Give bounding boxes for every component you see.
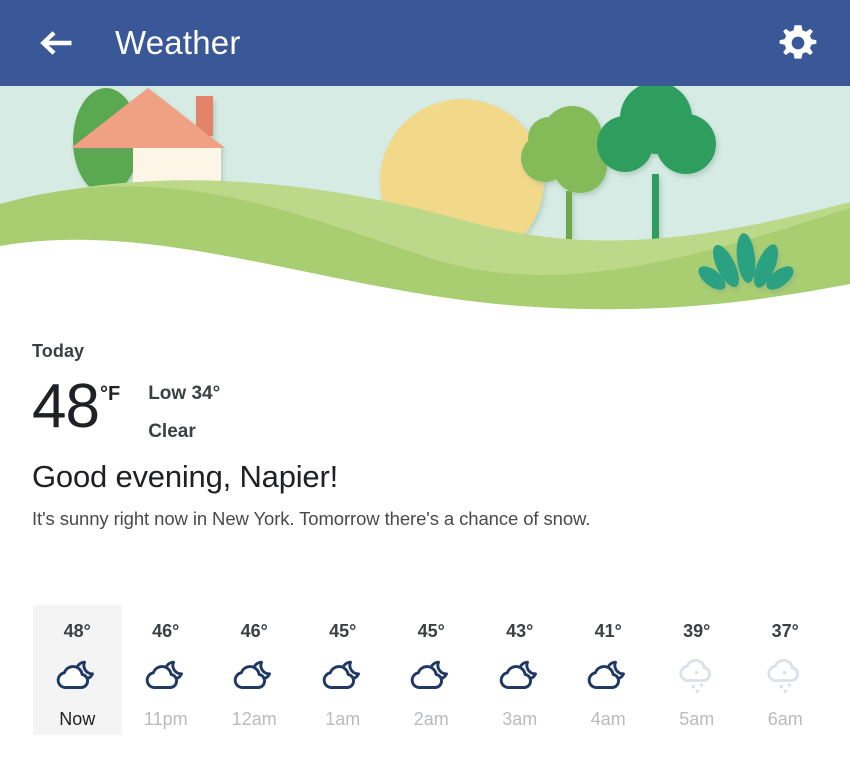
cloud-moon-icon [145, 660, 183, 690]
hourly-cell-4am[interactable]: 41° 4am [564, 605, 653, 735]
hourly-time-label: 2am [413, 709, 449, 729]
hourly-icon-wrap [409, 658, 453, 694]
weather-app: Weather Today 48 °F Low 34° Clear Good e… [0, 0, 850, 770]
settings-button[interactable] [772, 17, 824, 69]
hourly-cell-6am[interactable]: 37° 6am [741, 605, 830, 735]
hourly-icon-wrap [321, 658, 365, 694]
hourly-time-label: 12am [231, 709, 277, 729]
back-button[interactable] [30, 17, 82, 69]
back-arrow-icon [40, 31, 72, 55]
hourly-cell-7am[interactable]: 35° 7am [830, 605, 850, 735]
hourly-time-label: 1am [325, 709, 361, 729]
temperature-unit: °F [99, 383, 121, 405]
hourly-temperature: 45° [329, 621, 357, 641]
hourly-icon-wrap [144, 658, 188, 694]
hourly-cell-5am[interactable]: 39° 5am [653, 605, 742, 735]
hourly-time-label: 6am [767, 709, 803, 729]
hourly-temperature: 43° [506, 621, 534, 641]
hourly-forecast-strip[interactable]: 48° Now 46° 11pm 46° 12am 45° 1am 45° 2am 43°… [33, 605, 850, 735]
hourly-temperature: 41° [594, 621, 622, 641]
hourly-icon-wrap [763, 658, 807, 694]
gear-icon [779, 25, 817, 59]
hourly-icon-wrap [232, 658, 276, 694]
cloud-moon-icon [587, 660, 626, 690]
cloud-snow-icon [679, 658, 711, 693]
hourly-icon-wrap [675, 658, 719, 694]
cloud-moon-icon [322, 660, 360, 690]
hourly-cell-11pm[interactable]: 46° 11pm [122, 605, 211, 735]
greeting-subtitle: It's sunny right now in New York. Tomorr… [32, 508, 591, 529]
cloud-snow-icon [767, 658, 800, 693]
hourly-time-label: 3am [502, 709, 538, 729]
today-label: Today [32, 341, 85, 361]
app-bar: Weather [0, 0, 850, 86]
hourly-time-label: 4am [590, 709, 626, 729]
hourly-cell-2am[interactable]: 45° 2am [387, 605, 476, 735]
papercraft-scene [0, 86, 850, 311]
hourly-time-label: Now [59, 709, 96, 729]
cloud-moon-icon [410, 660, 449, 690]
hourly-time-label: 5am [679, 709, 715, 729]
hourly-time-label: 11pm [143, 709, 188, 729]
hourly-icon-wrap [55, 658, 99, 694]
hourly-temperature: 39° [683, 621, 711, 641]
weather-illustration [0, 86, 850, 311]
hourly-temperature: 46° [240, 621, 268, 641]
hourly-cell-12am[interactable]: 46° 12am [210, 605, 299, 735]
condition-description: Clear [148, 421, 196, 442]
current-temperature: 48 [32, 372, 100, 441]
hourly-temperature: 46° [152, 621, 180, 641]
hourly-cell-1am[interactable]: 45° 1am [299, 605, 388, 735]
hourly-cell-3am[interactable]: 43° 3am [476, 605, 565, 735]
cloud-moon-icon [499, 660, 537, 690]
weather-content: Today 48 °F Low 34° Clear Good evening, … [0, 311, 850, 530]
hourly-icon-wrap [586, 658, 630, 694]
condition-details: Low 34° Clear [148, 384, 220, 441]
hourly-cell-now[interactable]: 48° Now [33, 605, 122, 735]
page-title: Weather [115, 24, 241, 61]
hourly-temperature: 37° [771, 621, 799, 641]
hourly-icon-wrap [498, 658, 542, 694]
cloud-moon-icon [233, 660, 272, 690]
hourly-temperature: 45° [417, 621, 445, 641]
hourly-temperature: 48° [63, 621, 91, 641]
low-temperature: Low 34° [148, 383, 221, 404]
current-conditions: 48 °F Low 34° Clear [32, 372, 850, 441]
greeting-headline: Good evening, Napier! [32, 459, 338, 494]
cloud-moon-icon [56, 660, 95, 690]
